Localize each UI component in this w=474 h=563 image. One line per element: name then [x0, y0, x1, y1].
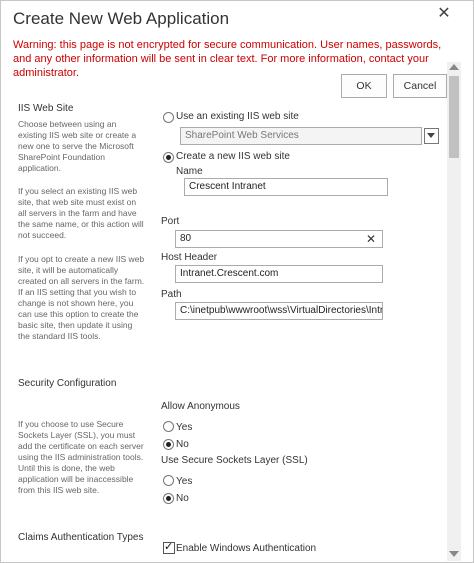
port-label: Port [161, 216, 180, 227]
enable-windows-auth-label: Enable Windows Authentication [176, 543, 317, 554]
path-label: Path [161, 289, 182, 300]
anonymous-no-label: No [176, 439, 189, 450]
close-icon[interactable]: ✕ [436, 6, 452, 22]
anonymous-yes-radio[interactable] [163, 421, 174, 432]
chevron-down-icon[interactable] [424, 128, 439, 144]
ssl-no-radio[interactable] [163, 493, 174, 504]
ok-button[interactable]: OK [341, 74, 387, 98]
iis-desc-1: Choose between using an existing IIS web… [18, 119, 137, 173]
scrollbar-thumb[interactable] [449, 76, 459, 158]
claims-section-title: Claims Authentication Types [18, 532, 144, 543]
name-field[interactable]: Crescent Intranet [184, 178, 388, 196]
clear-icon[interactable]: ✕ [366, 233, 376, 245]
cancel-button[interactable]: Cancel [393, 74, 447, 98]
host-header-field[interactable]: Intranet.Crescent.com [175, 265, 383, 283]
use-existing-label: Use an existing IIS web site [176, 111, 299, 122]
create-new-radio[interactable] [163, 152, 174, 163]
scroll-down-icon[interactable] [449, 551, 459, 557]
name-label: Name [176, 166, 203, 177]
iis-desc-2: If you select an existing IIS web site, … [18, 186, 144, 240]
allow-anonymous-label: Allow Anonymous [161, 401, 240, 412]
iis-desc-3: If you opt to create a new IIS web site,… [18, 254, 145, 341]
create-new-label: Create a new IIS web site [176, 151, 290, 162]
enable-windows-auth-checkbox[interactable] [163, 540, 175, 554]
iis-section-title: IIS Web Site [18, 103, 74, 114]
anonymous-yes-label: Yes [176, 422, 193, 433]
host-header-label: Host Header [161, 252, 218, 263]
ssl-label: Use Secure Sockets Layer (SSL) [161, 455, 308, 466]
ssl-yes-label: Yes [176, 476, 193, 487]
anonymous-no-radio[interactable] [163, 439, 174, 450]
port-field[interactable]: 80 [175, 230, 383, 248]
security-section-title: Security Configuration [18, 378, 117, 389]
security-desc: If you choose to use Secure Sockets Laye… [18, 419, 144, 495]
existing-site-select[interactable]: SharePoint Web Services [180, 127, 422, 145]
path-field[interactable]: C:\inetpub\wwwroot\wss\VirtualDirectorie… [175, 302, 383, 320]
ssl-yes-radio[interactable] [163, 475, 174, 486]
use-existing-radio[interactable] [163, 112, 174, 123]
ssl-no-label: No [176, 493, 189, 504]
dialog-title: Create New Web Application [13, 9, 230, 28]
scroll-up-icon[interactable] [449, 64, 459, 70]
